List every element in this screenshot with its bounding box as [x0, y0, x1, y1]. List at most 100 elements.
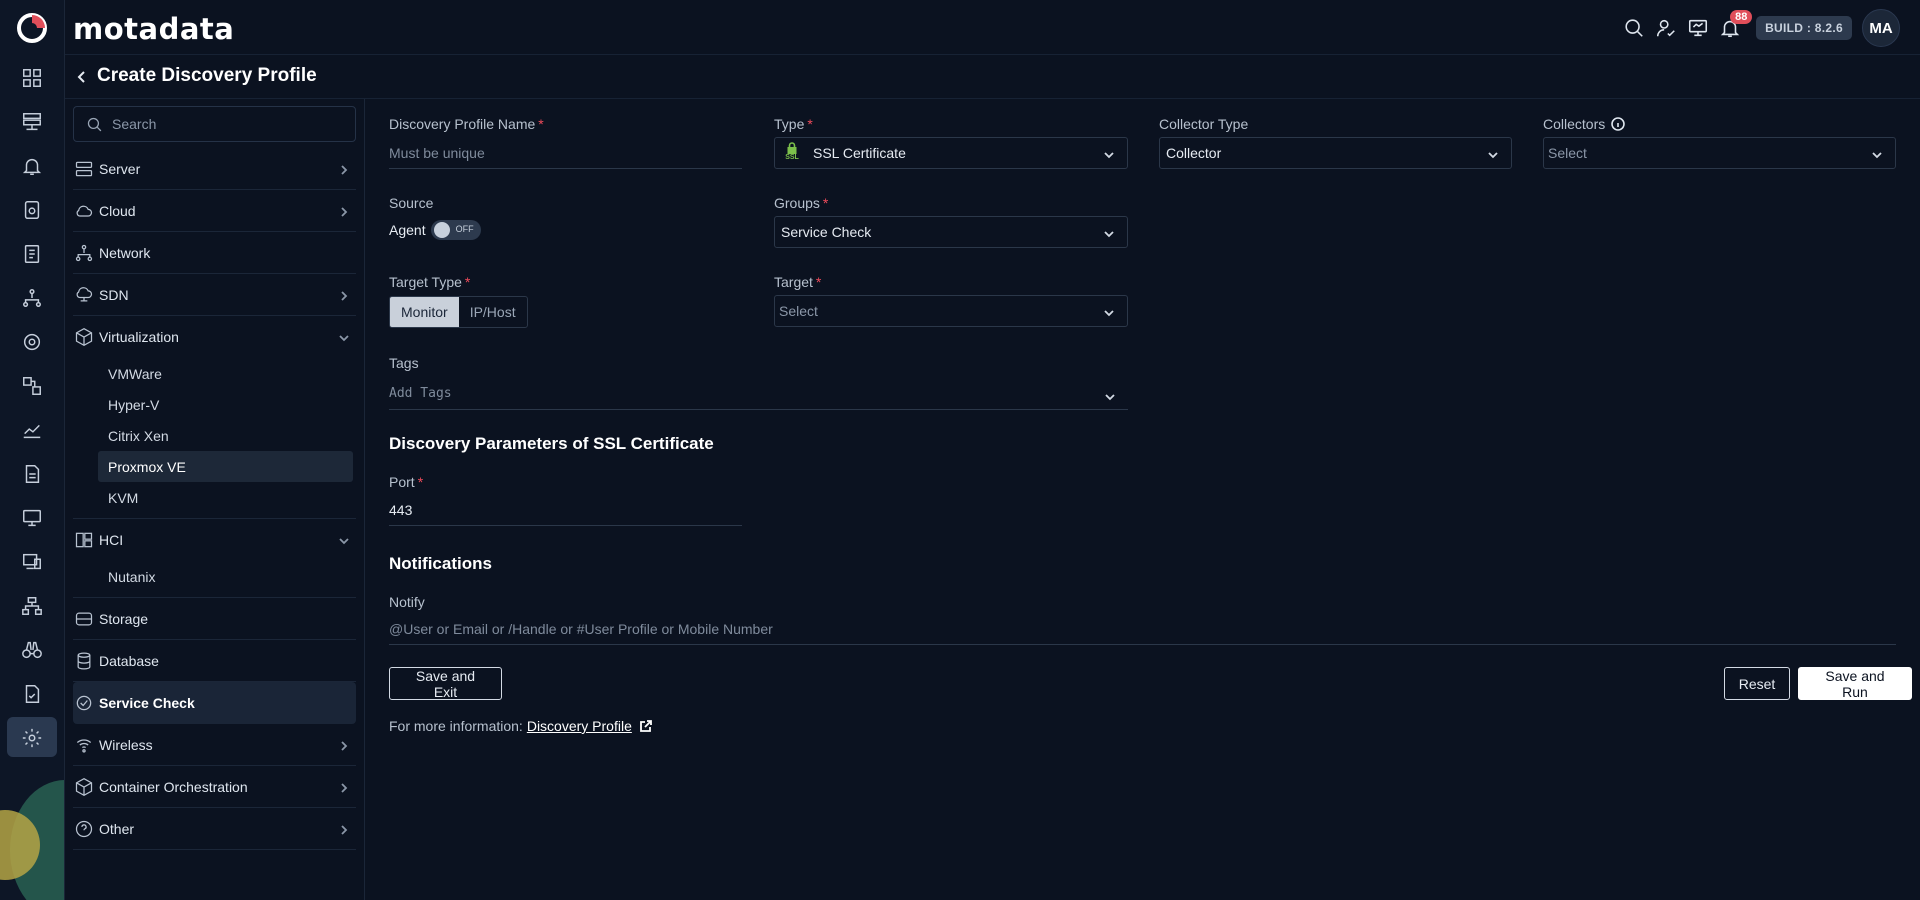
monitor-icon[interactable] [1682, 12, 1714, 44]
required-marker: * [538, 116, 544, 132]
page-header: Create Discovery Profile [65, 56, 1920, 99]
category-storage[interactable]: Storage [73, 598, 356, 640]
profile-name-label: Discovery Profile Name * [389, 116, 544, 132]
binoculars-icon[interactable] [20, 638, 44, 662]
category-virtualization[interactable]: Virtualization [73, 316, 356, 358]
dashboard-icon[interactable] [20, 66, 44, 90]
notifications-title: Notifications [389, 554, 492, 573]
type-label: Type * [774, 116, 813, 132]
category-sdn[interactable]: SDN [73, 274, 356, 316]
notify-placeholder: @User or Email or /Handle or #User Profi… [389, 620, 773, 637]
type-select[interactable]: SSL SSL Certificate [774, 137, 1128, 169]
collector-type-label: Collector Type [1159, 116, 1249, 132]
info-icon[interactable] [1611, 117, 1626, 131]
motadata-logo-icon[interactable] [16, 12, 48, 44]
category-service-check[interactable]: Service Check [73, 682, 356, 724]
monitor-icon[interactable] [20, 506, 44, 530]
category-cloud[interactable]: Cloud [73, 190, 356, 232]
tags-placeholder: Add Tags [389, 386, 452, 401]
integration-icon[interactable] [20, 374, 44, 398]
server-icon [73, 158, 95, 180]
target-type-segmented: Monitor IP/Host [389, 296, 528, 328]
server-rack-icon[interactable] [20, 110, 44, 134]
hci-icon [73, 529, 95, 551]
discovery-icon[interactable] [20, 330, 44, 354]
category-database[interactable]: Database [73, 640, 356, 682]
topology-icon[interactable] [20, 286, 44, 310]
category-search-input[interactable] [112, 107, 342, 141]
network-icon[interactable] [20, 594, 44, 618]
collectors-label: Collectors [1543, 116, 1626, 132]
category-search[interactable] [73, 106, 356, 142]
bell-icon[interactable]: 88 [1714, 10, 1753, 44]
discovery-profile-link[interactable]: Discovery Profile [527, 718, 632, 734]
target-select[interactable]: Select [774, 295, 1128, 327]
subcategory-nutanix[interactable]: Nutanix [73, 561, 356, 592]
notify-input[interactable]: @User or Email or /Handle or #User Profi… [389, 613, 1896, 645]
cube-icon [73, 326, 95, 348]
metric-icon[interactable] [20, 198, 44, 222]
chevron-right-icon [338, 739, 350, 751]
audit-icon[interactable] [20, 682, 44, 706]
port-label: Port * [389, 474, 423, 490]
profile-name-input[interactable]: Must be unique [389, 137, 742, 169]
save-and-exit-button[interactable]: Save and Exit [389, 667, 502, 700]
target-label-text: Target [774, 274, 813, 290]
port-input[interactable]: 443 [389, 494, 742, 526]
search-icon[interactable] [1618, 12, 1650, 44]
target-type-monitor[interactable]: Monitor [390, 297, 459, 327]
chevron-right-icon [338, 163, 350, 175]
discovery-profile-form: Discovery Profile Name * Must be unique T… [389, 99, 1920, 900]
agent-toggle[interactable]: OFF [430, 220, 481, 240]
chevron-down-icon [1104, 390, 1116, 402]
back-arrow-icon[interactable] [71, 66, 93, 88]
subcategory-hyper-v[interactable]: Hyper-V [73, 389, 356, 420]
chart-icon[interactable] [20, 418, 44, 442]
category-container-orchestration[interactable]: Container Orchestration [73, 766, 356, 808]
reset-button[interactable]: Reset [1724, 667, 1790, 700]
target-type-label: Target Type * [389, 274, 470, 290]
alert-bell-icon[interactable] [20, 154, 44, 178]
category-server[interactable]: Server [73, 148, 356, 190]
collectors-select[interactable]: Select [1543, 137, 1896, 169]
subcategory-vmware[interactable]: VMWare [73, 358, 356, 389]
target-type-ip-host[interactable]: IP/Host [459, 297, 527, 327]
chevron-down-icon [1103, 148, 1115, 160]
collector-type-value: Collector [1166, 145, 1222, 161]
desktop-icon[interactable] [20, 550, 44, 574]
tags-input[interactable]: Add Tags [389, 378, 1128, 410]
header-actions: 88 BUILD : 8.2.6 MA [1618, 9, 1900, 47]
required-marker: * [464, 274, 471, 290]
groups-label: Groups * [774, 195, 828, 211]
toggle-knob [433, 222, 450, 238]
service-check-icon [73, 692, 95, 714]
chevron-right-icon [338, 823, 350, 835]
category-wireless[interactable]: Wireless [73, 724, 356, 766]
subcategory-kvm[interactable]: KVM [73, 482, 356, 513]
required-marker: * [417, 474, 424, 490]
groups-select[interactable]: Service Check [774, 216, 1128, 248]
container-icon [73, 776, 95, 798]
settings-icon[interactable] [20, 726, 44, 750]
category-network[interactable]: Network [73, 232, 356, 274]
groups-label-text: Groups [774, 195, 820, 211]
category-other[interactable]: Other [73, 808, 356, 850]
required-marker: * [815, 274, 822, 290]
user-check-icon[interactable] [1650, 12, 1682, 44]
subcategory-proxmox-ve[interactable]: Proxmox VE [98, 451, 353, 482]
external-link-icon[interactable] [639, 719, 653, 733]
required-marker: * [822, 195, 829, 211]
save-and-run-button[interactable]: Save and Run [1798, 667, 1912, 700]
document-icon[interactable] [20, 462, 44, 486]
category-label: Wireless [99, 736, 153, 753]
category-hci[interactable]: HCI [73, 519, 356, 561]
target-placeholder: Select [779, 303, 818, 319]
notify-label: Notify [389, 594, 425, 610]
category-list: Server Cloud Network SDN Virtualization … [73, 148, 356, 850]
report-icon[interactable] [20, 242, 44, 266]
user-avatar[interactable]: MA [1862, 9, 1900, 47]
category-label: Container Orchestration [99, 778, 248, 795]
collector-type-select[interactable]: Collector [1159, 137, 1512, 169]
subcategory-citrix-xen[interactable]: Citrix Xen [73, 420, 356, 451]
notification-count-badge: 88 [1730, 10, 1753, 24]
